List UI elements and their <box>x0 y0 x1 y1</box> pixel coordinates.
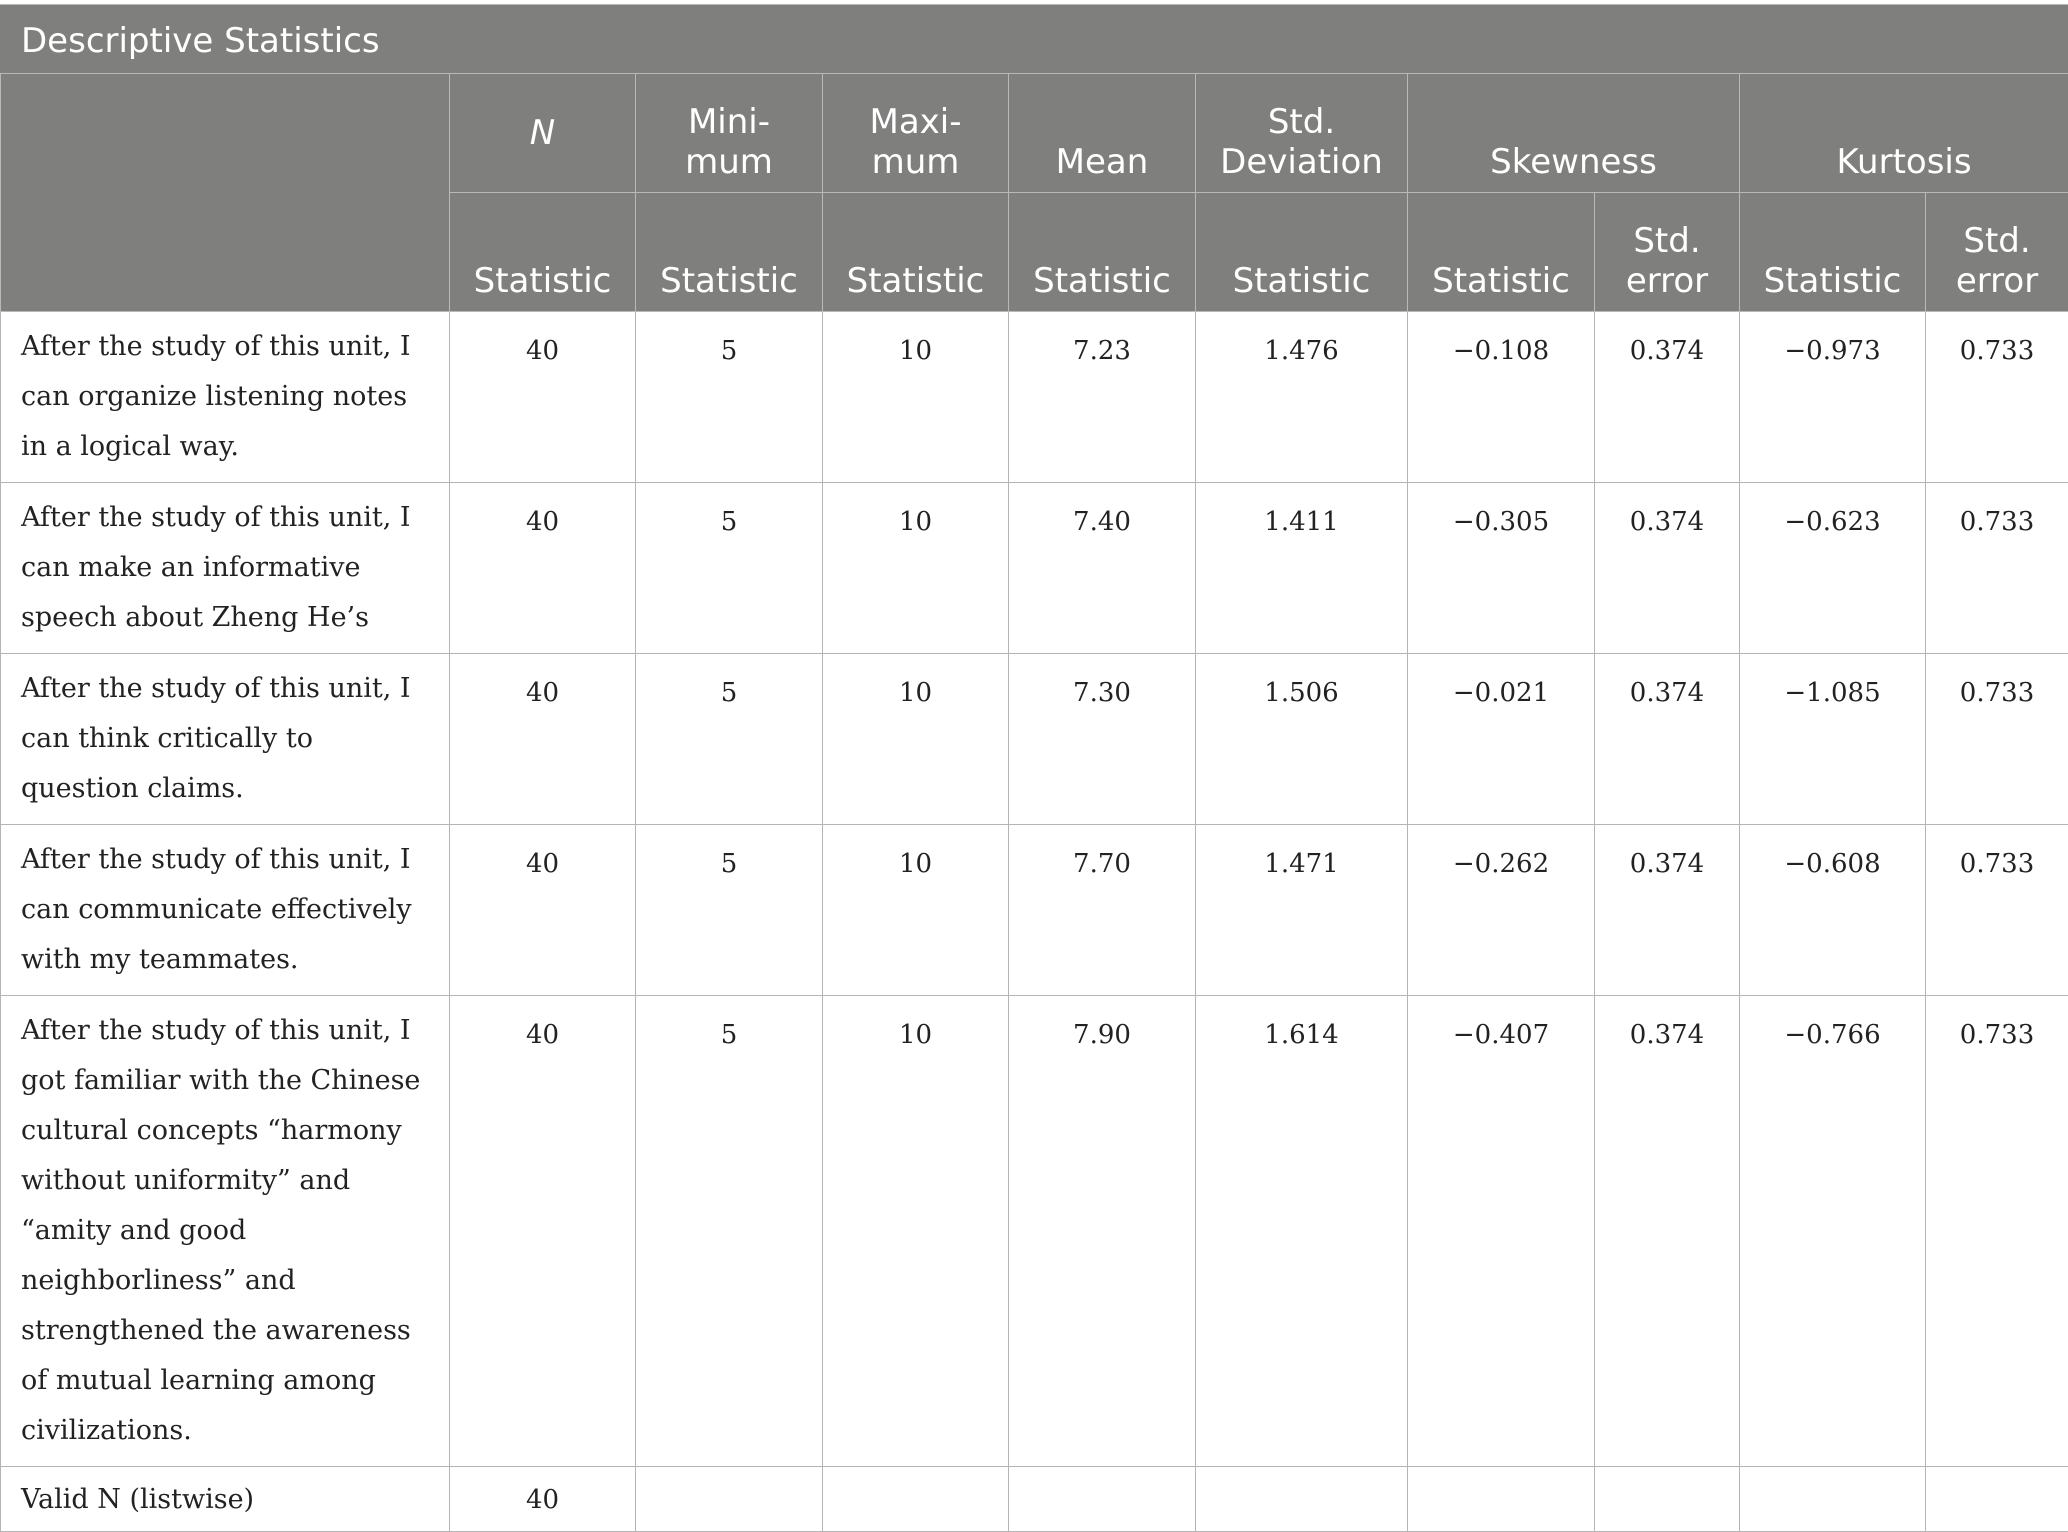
cell-minimum: 5 <box>636 312 823 483</box>
table-caption: Descriptive Statistics <box>1 5 2068 74</box>
cell-kurtosis-statistic: −0.623 <box>1740 483 1926 654</box>
cell-maximum: 10 <box>823 654 1009 825</box>
header-kurtosis: Kurtosis <box>1740 74 2068 193</box>
cell-n: 40 <box>450 996 636 1467</box>
cell-maximum: 10 <box>823 996 1009 1467</box>
cell-maximum: 10 <box>823 312 1009 483</box>
cell-mean: 7.40 <box>1009 483 1196 654</box>
cell-skewness-std-error: 0.374 <box>1595 654 1740 825</box>
cell-skewness-statistic: −0.108 <box>1408 312 1595 483</box>
descriptive-statistics-table-wrapper: Descriptive Statistics N Mini- mum Maxi-… <box>0 4 2068 1532</box>
cell-skewness-std-error: 0.374 <box>1595 483 1740 654</box>
cell-skewness-std-error <box>1595 1467 1740 1532</box>
header-std-deviation-text: Std. Deviation <box>1220 102 1383 182</box>
table-row: After the study of this unit, I can make… <box>1 483 2068 654</box>
cell-std-deviation: 1.614 <box>1196 996 1408 1467</box>
descriptive-statistics-table: Descriptive Statistics N Mini- mum Maxi-… <box>0 4 2068 1532</box>
cell-kurtosis-std-error <box>1926 1467 2068 1532</box>
header-maximum-text: Maxi- mum <box>869 102 961 182</box>
subheader-std-deviation-statistic: Statistic <box>1196 193 1408 312</box>
cell-n: 40 <box>450 1467 636 1532</box>
header-maximum: Maxi- mum <box>823 74 1009 193</box>
header-n: N <box>450 74 636 193</box>
cell-kurtosis-std-error: 0.733 <box>1926 825 2068 996</box>
subheader-kurtosis-std-error: Std. error <box>1926 193 2068 312</box>
cell-kurtosis-std-error: 0.733 <box>1926 312 2068 483</box>
cell-mean: 7.90 <box>1009 996 1196 1467</box>
row-label: Valid N (listwise) <box>1 1467 450 1532</box>
cell-kurtosis-std-error: 0.733 <box>1926 654 2068 825</box>
cell-std-deviation: 1.506 <box>1196 654 1408 825</box>
row-label: After the study of this unit, I got fami… <box>1 996 450 1467</box>
cell-skewness-statistic: −0.262 <box>1408 825 1595 996</box>
cell-minimum: 5 <box>636 654 823 825</box>
cell-kurtosis-statistic: −0.766 <box>1740 996 1926 1467</box>
row-label: After the study of this unit, I can comm… <box>1 825 450 996</box>
header-row-label-empty <box>1 74 450 312</box>
table-row: Valid N (listwise) 40 <box>1 1467 2068 1532</box>
cell-skewness-statistic: −0.021 <box>1408 654 1595 825</box>
cell-n: 40 <box>450 825 636 996</box>
subheader-skewness-std-error: Std. error <box>1595 193 1740 312</box>
cell-skewness-std-error: 0.374 <box>1595 996 1740 1467</box>
row-label-text: After the study of this unit, I can make… <box>21 493 433 643</box>
cell-minimum: 5 <box>636 996 823 1467</box>
cell-kurtosis-std-error: 0.733 <box>1926 483 2068 654</box>
subheader-kurtosis-statistic: Statistic <box>1740 193 1926 312</box>
table-row: After the study of this unit, I can comm… <box>1 825 2068 996</box>
cell-std-deviation: 1.471 <box>1196 825 1408 996</box>
cell-skewness-std-error: 0.374 <box>1595 825 1740 996</box>
subheader-minimum-statistic: Statistic <box>636 193 823 312</box>
header-mean: Mean <box>1009 74 1196 193</box>
cell-std-deviation <box>1196 1467 1408 1532</box>
cell-std-deviation: 1.476 <box>1196 312 1408 483</box>
cell-maximum: 10 <box>823 483 1009 654</box>
cell-kurtosis-std-error: 0.733 <box>1926 996 2068 1467</box>
cell-skewness-statistic <box>1408 1467 1595 1532</box>
header-minimum: Mini- mum <box>636 74 823 193</box>
subheader-n-statistic: Statistic <box>450 193 636 312</box>
subheader-maximum-statistic: Statistic <box>823 193 1009 312</box>
cell-mean: 7.23 <box>1009 312 1196 483</box>
cell-mean <box>1009 1467 1196 1532</box>
subheader-skewness-std-error-text: Std. error <box>1626 221 1708 301</box>
subheader-mean-statistic: Statistic <box>1009 193 1196 312</box>
table-row: After the study of this unit, I can thin… <box>1 654 2068 825</box>
cell-minimum <box>636 1467 823 1532</box>
header-skewness: Skewness <box>1408 74 1740 193</box>
cell-kurtosis-statistic: −0.608 <box>1740 825 1926 996</box>
header-std-deviation: Std. Deviation <box>1196 74 1408 193</box>
row-label: After the study of this unit, I can thin… <box>1 654 450 825</box>
cell-minimum: 5 <box>636 483 823 654</box>
cell-maximum: 10 <box>823 825 1009 996</box>
cell-mean: 7.30 <box>1009 654 1196 825</box>
cell-kurtosis-statistic <box>1740 1467 1926 1532</box>
cell-std-deviation: 1.411 <box>1196 483 1408 654</box>
table-row: After the study of this unit, I can orga… <box>1 312 2068 483</box>
cell-maximum <box>823 1467 1009 1532</box>
row-label: After the study of this unit, I can orga… <box>1 312 450 483</box>
subheader-kurtosis-std-error-text: Std. error <box>1956 221 2038 301</box>
header-minimum-text: Mini- mum <box>685 102 773 182</box>
cell-mean: 7.70 <box>1009 825 1196 996</box>
cell-n: 40 <box>450 312 636 483</box>
cell-kurtosis-statistic: −1.085 <box>1740 654 1926 825</box>
table-row: After the study of this unit, I got fami… <box>1 996 2068 1467</box>
cell-skewness-std-error: 0.374 <box>1595 312 1740 483</box>
row-label: After the study of this unit, I can make… <box>1 483 450 654</box>
cell-n: 40 <box>450 654 636 825</box>
cell-kurtosis-statistic: −0.973 <box>1740 312 1926 483</box>
header-group-row: N Mini- mum Maxi- mum Mean Std. Deviatio… <box>1 74 2068 193</box>
cell-skewness-statistic: −0.407 <box>1408 996 1595 1467</box>
cell-minimum: 5 <box>636 825 823 996</box>
cell-skewness-statistic: −0.305 <box>1408 483 1595 654</box>
subheader-skewness-statistic: Statistic <box>1408 193 1595 312</box>
cell-n: 40 <box>450 483 636 654</box>
